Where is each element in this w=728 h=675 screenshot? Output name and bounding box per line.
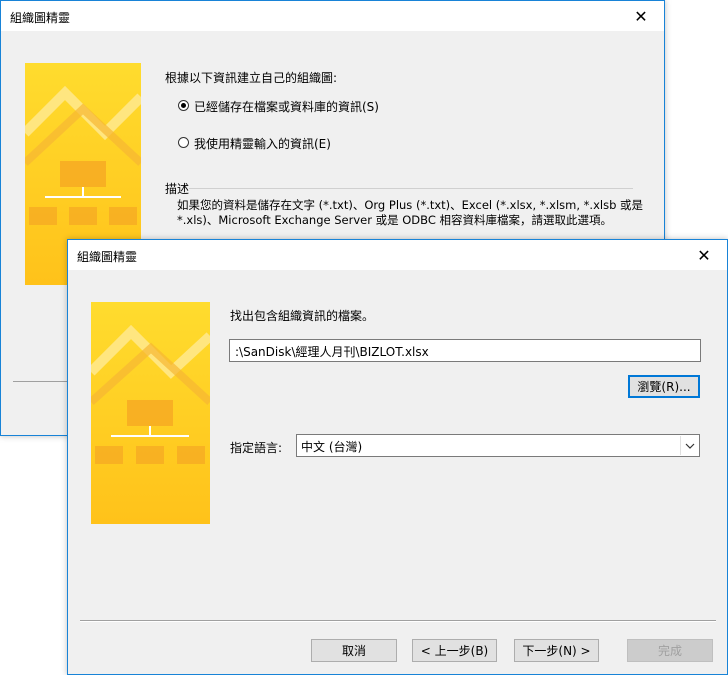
close-icon: ✕ — [697, 245, 711, 265]
close-icon: ✕ — [634, 6, 648, 26]
back-dialog-titlebar: 組織圖精靈 ✕ — [1, 1, 664, 31]
back-prompt-label: 根據以下資訊建立自己的組織圖: — [165, 71, 338, 85]
back-dialog-title: 組織圖精靈 — [10, 11, 71, 25]
radio-wizard-data-label[interactable]: 我使用精靈輸入的資訊(E) — [194, 135, 331, 152]
file-path-value: :\SanDisk\經理人月刊\BIZLOT.xlsx — [235, 345, 429, 359]
next-button[interactable]: 下一步(N) > — [514, 639, 599, 662]
front-dialog-title: 組織圖精靈 — [77, 250, 138, 264]
description-separator — [189, 188, 633, 189]
description-line-2: *.xls)、Microsoft Exchange Server 或是 ODBC… — [177, 213, 613, 227]
front-close-button[interactable]: ✕ — [681, 240, 727, 270]
back-footer-separator — [13, 381, 68, 382]
radio-wizard-data[interactable] — [178, 137, 189, 148]
language-label: 指定語言: — [230, 441, 283, 455]
find-file-label: 找出包含組織資訊的檔案。 — [230, 309, 375, 323]
finish-button: 完成 — [627, 639, 713, 662]
next-button-label: 下一步(N) > — [522, 644, 591, 658]
back-close-button[interactable]: ✕ — [618, 1, 664, 31]
back-button-label: < 上一步(B) — [420, 644, 489, 658]
file-path-input[interactable]: :\SanDisk\經理人月刊\BIZLOT.xlsx — [229, 339, 701, 362]
back-button[interactable]: < 上一步(B) — [412, 639, 497, 662]
front-banner-image — [91, 302, 210, 524]
chevron-down-icon[interactable] — [680, 436, 698, 455]
browse-button[interactable]: 瀏覽(R)... — [628, 375, 700, 398]
language-select[interactable]: 中文 (台灣) — [296, 434, 700, 457]
front-dialog-titlebar: 組織圖精靈 ✕ — [68, 240, 727, 270]
description-heading: 描述 — [165, 182, 190, 196]
front-footer-separator-highlight — [80, 621, 716, 622]
cancel-button-label: 取消 — [341, 644, 366, 658]
radio-existing-data[interactable] — [178, 100, 189, 111]
language-select-value: 中文 (台灣) — [301, 440, 363, 454]
cancel-button[interactable]: 取消 — [311, 639, 397, 662]
browse-button-label: 瀏覽(R)... — [637, 380, 691, 394]
description-line-1: 如果您的資料是儲存在文字 (*.txt)、Org Plus (*.txt)、Ex… — [177, 198, 644, 212]
org-chart-banner-icon — [91, 302, 210, 524]
radio-existing-data-label[interactable]: 已經儲存在檔案或資料庫的資訊(S) — [194, 98, 379, 115]
front-dialog: 組織圖精靈 ✕ 找出包含組織資訊的檔案。 :\SanDisk\經理人月刊\BIZ… — [67, 239, 728, 675]
finish-button-label: 完成 — [657, 644, 682, 658]
